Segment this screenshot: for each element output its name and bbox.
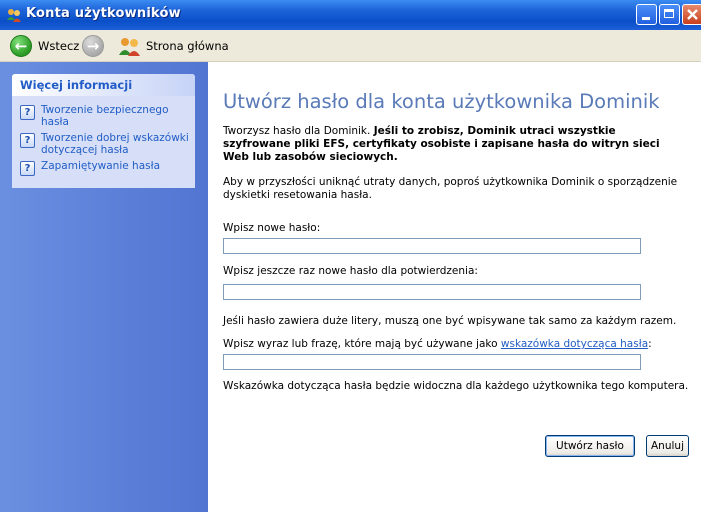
warning-line-3: Web lub zasobów sieciowych.: [223, 151, 398, 163]
cancel-button[interactable]: Anuluj: [646, 435, 689, 457]
link-text: Tworzenie dobrej wskazówki dotyczącej has…: [41, 132, 189, 156]
warning-bold-text: Jeśli to zrobisz, Dominik utraci wszystk…: [373, 125, 616, 137]
link-create-secure-password[interactable]: ? Tworzenie bezpiecznego hasła: [12, 102, 195, 130]
link-line: dotyczącej hasła: [41, 144, 129, 156]
warning-line-2: szyfrowane pliki EFS, certyfikaty osobis…: [223, 138, 660, 150]
toolbar: ← Wstecz → Strona główna: [0, 30, 701, 62]
link-text: Zapamiętywanie hasła: [41, 160, 161, 172]
link-line: Tworzenie dobrej wskazówki: [41, 132, 189, 144]
warning-line-1: Tworzysz hasło dla Dominik. Jeśli to zro…: [223, 125, 616, 138]
maximize-button[interactable]: [659, 4, 680, 25]
home-label: Strona główna: [146, 39, 229, 53]
back-arrow-icon: ←: [10, 35, 32, 57]
help-icon: ?: [20, 105, 35, 120]
forward-arrow-icon: →: [82, 35, 104, 57]
help-icon: ?: [20, 133, 35, 148]
link-remember-password[interactable]: ? Zapamiętywanie hasła: [12, 158, 195, 178]
page-title: Utwórz hasło dla konta użytkownika Domin…: [223, 90, 660, 113]
link-create-good-hint[interactable]: ? Tworzenie dobrej wskazówki dotyczącej h…: [12, 130, 195, 158]
warning-normal-text: Tworzysz hasło dla Dominik.: [223, 125, 374, 137]
caps-note: Jeśli hasło zawiera duże litery, muszą o…: [223, 315, 677, 327]
close-button[interactable]: [682, 4, 701, 25]
back-label: Wstecz: [38, 39, 80, 53]
user-accounts-icon: [7, 9, 21, 22]
more-info-box: Więcej informacji ? Tworzenie bezpieczne…: [12, 74, 195, 188]
password-hint-field[interactable]: [223, 354, 641, 370]
link-line: Tworzenie bezpiecznego: [41, 104, 169, 116]
create-password-button[interactable]: Utwórz hasło: [545, 435, 635, 457]
minimize-button[interactable]: [636, 4, 657, 25]
new-password-label: Wpisz nowe hasło:: [223, 222, 321, 234]
confirm-password-field[interactable]: [223, 284, 641, 300]
main-content: Utwórz hasło dla konta użytkownika Domin…: [208, 62, 701, 512]
info-line-2: dyskietki resetowania hasła.: [223, 189, 372, 201]
window-title: Konta użytkowników: [26, 6, 181, 21]
user-accounts-window: Konta użytkowników ← Wstecz → Strona głó…: [0, 0, 701, 512]
back-button[interactable]: ← Wstecz: [10, 34, 79, 58]
help-icon: ?: [20, 161, 35, 176]
new-password-field[interactable]: [223, 238, 641, 254]
forward-button[interactable]: →: [82, 34, 104, 58]
confirm-password-label: Wpisz jeszcze raz nowe hasło dla potwier…: [223, 265, 478, 277]
hint-note: Wskazówka dotycząca hasła będzie widoczn…: [223, 380, 689, 392]
info-line-1: Aby w przyszłości uniknąć utraty danych,…: [223, 176, 678, 188]
hint-label-text: Wpisz wyraz lub frazę, które mają być uż…: [223, 338, 501, 350]
title-bar[interactable]: Konta użytkowników: [0, 0, 701, 30]
hint-label: Wpisz wyraz lub frazę, które mają być uż…: [223, 338, 652, 351]
more-info-header: Więcej informacji: [12, 74, 195, 96]
home-button[interactable]: Strona główna: [118, 34, 229, 58]
left-panel: Więcej informacji ? Tworzenie bezpieczne…: [0, 62, 208, 512]
users-icon: [119, 38, 140, 56]
link-line: hasła: [41, 116, 69, 128]
hint-label-colon: :: [648, 338, 652, 350]
close-icon: [687, 9, 698, 20]
hint-help-link[interactable]: wskazówka dotycząca hasła: [501, 338, 648, 350]
link-text: Tworzenie bezpiecznego hasła: [41, 104, 169, 128]
